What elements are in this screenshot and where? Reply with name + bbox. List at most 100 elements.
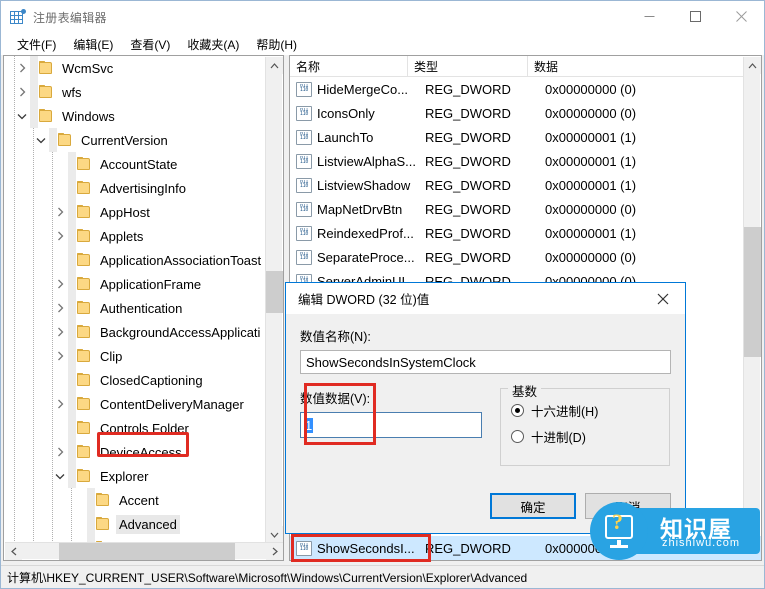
folder-icon [76, 181, 92, 195]
tree-node-closedcaptioning[interactable]: ClosedCaptioning [4, 368, 264, 392]
dialog-title-bar: 编辑 DWORD (32 位)值 [286, 283, 685, 314]
tree-node-wfs[interactable]: wfs [4, 80, 264, 104]
tree-node-apphost[interactable]: AppHost [4, 200, 264, 224]
chevron-right-icon[interactable] [52, 200, 68, 224]
tree-scroll-right-icon[interactable] [266, 543, 283, 560]
tree-vertical-scrollbar[interactable] [265, 57, 283, 543]
tree-scroll-left-icon[interactable] [5, 543, 22, 560]
value-data-input[interactable]: 1 [300, 412, 482, 438]
tree-hscroll-thumb[interactable] [59, 543, 235, 560]
dialog-close-icon[interactable] [641, 283, 685, 314]
tree-node-controls-folder[interactable]: Controls Folder [4, 416, 264, 440]
chevron-right-icon[interactable] [52, 440, 68, 464]
tree-node-applicationframe[interactable]: ApplicationFrame [4, 272, 264, 296]
tree-node-currentversion[interactable]: CurrentVersion [4, 128, 264, 152]
list-vertical-scrollbar[interactable] [743, 57, 761, 560]
tree-node-accountstate[interactable]: AccountState [4, 152, 264, 176]
chevron-down-icon[interactable] [52, 464, 68, 488]
column-header-type[interactable]: 类型 [408, 56, 528, 77]
tree-node-backgroundaccessapplicati[interactable]: BackgroundAccessApplicati [4, 320, 264, 344]
registry-tree[interactable]: WcmSvc wfs Windows CurrentVersion AccountSta… [4, 56, 264, 544]
radio-hexadecimal[interactable]: 十六进制(H) [511, 397, 659, 423]
value-name-input[interactable]: ShowSecondsInSystemClock [300, 350, 671, 374]
table-row[interactable]: 011 110 ListviewAlphaS... REG_DWORD 0x000000… [290, 149, 745, 173]
tree-guide-line [52, 416, 53, 440]
table-row[interactable]: 011 110 LaunchTo REG_DWORD 0x00000001 (1) [290, 125, 745, 149]
table-row[interactable]: 011 110 ShowSecondsI... REG_DWORD 0x00000… [290, 536, 761, 560]
value-data: 0x00000000 (0) [545, 201, 637, 217]
maximize-button[interactable] [672, 1, 718, 32]
tree-connector [87, 488, 95, 512]
tree-connector [68, 272, 76, 296]
table-row[interactable]: 011 110 ListviewShadow REG_DWORD 0x00000001 … [290, 173, 745, 197]
chevron-down-icon[interactable] [33, 128, 49, 152]
tree-node-label: ClosedCaptioning [100, 372, 203, 388]
column-header-data[interactable]: 数据 [528, 56, 745, 77]
tree-node-windows[interactable]: Windows [4, 104, 264, 128]
table-row[interactable]: 011 110 SeparateProce... REG_DWORD 0x0000000… [290, 245, 745, 269]
tree-connector [68, 344, 76, 368]
tree-node-explorer[interactable]: Explorer [4, 464, 264, 488]
menu-view[interactable]: 查看(V) [122, 34, 179, 55]
tree-node-applicationassociationtoast[interactable]: ApplicationAssociationToast [4, 248, 264, 272]
chevron-right-icon[interactable] [52, 392, 68, 416]
tree-guide-line [33, 176, 34, 200]
tree-node-contentdeliverymanager[interactable]: ContentDeliveryManager [4, 392, 264, 416]
chevron-right-icon[interactable] [14, 56, 30, 80]
tree-scroll-up-icon[interactable] [266, 57, 283, 74]
menu-file[interactable]: 文件(F) [9, 34, 65, 55]
tree-node-advanced[interactable]: Advanced [4, 512, 264, 536]
chevron-right-icon[interactable] [52, 224, 68, 248]
column-header-name[interactable]: 名称 [290, 56, 408, 77]
radio-decimal[interactable]: 十进制(D) [511, 423, 659, 449]
minimize-button[interactable] [626, 1, 672, 32]
cancel-button[interactable]: 取消 [585, 493, 671, 519]
menu-help[interactable]: 帮助(H) [248, 34, 306, 55]
dword-value-icon: 011110 [296, 153, 312, 169]
dialog-body: 数值名称(N): ShowSecondsInSystemClock 数值数据(V… [286, 314, 685, 466]
tree-node-label: wfs [62, 84, 82, 100]
value-name: ListviewAlphaS... [317, 153, 416, 169]
values-list[interactable]: 011 110 HideMergeCo... REG_DWORD 0x00000000 … [290, 77, 745, 317]
value-type: REG_DWORD [425, 153, 511, 169]
chevron-right-icon[interactable] [14, 80, 30, 104]
table-row[interactable]: 011 110 HideMergeCo... REG_DWORD 0x00000000 … [290, 77, 745, 101]
tree-guide-line [14, 104, 15, 128]
table-row[interactable]: 011 110 IconsOnly REG_DWORD 0x00000000 (0) [290, 101, 745, 125]
close-icon[interactable] [718, 1, 764, 32]
tree-node-applets[interactable]: Applets [4, 224, 264, 248]
folder-icon [76, 157, 92, 171]
value-type: REG_DWORD [425, 540, 511, 556]
tree-scroll-down-icon[interactable] [266, 526, 283, 543]
tree-node-authentication[interactable]: Authentication [4, 296, 264, 320]
tree-node-label: Clip [100, 348, 123, 364]
tree-node-wcmsvc[interactable]: WcmSvc [4, 56, 264, 80]
tree-horizontal-scrollbar[interactable] [5, 542, 283, 560]
tree-node-deviceaccess[interactable]: DeviceAccess [4, 440, 264, 464]
folder-icon [76, 229, 92, 243]
list-scroll-up-icon[interactable] [744, 57, 761, 74]
chevron-right-icon[interactable] [52, 272, 68, 296]
tree-guide-line [14, 80, 15, 104]
chevron-right-icon[interactable] [52, 344, 68, 368]
menu-favorites[interactable]: 收藏夹(A) [179, 34, 248, 55]
table-row[interactable]: 011 110 MapNetDrvBtn REG_DWORD 0x00000000 (0… [290, 197, 745, 221]
tree-node-advertisinginfo[interactable]: AdvertisingInfo [4, 176, 264, 200]
tree-guide-line [52, 176, 53, 200]
ok-button[interactable]: 确定 [490, 493, 576, 519]
tree-node-accent[interactable]: Accent [4, 488, 264, 512]
chevron-right-icon[interactable] [52, 296, 68, 320]
list-scroll-thumb[interactable] [744, 227, 761, 357]
tree-guide-line [33, 392, 34, 416]
value-data: 0x00000000 (0) [545, 81, 637, 97]
table-row[interactable]: 011 110 ReindexedProf... REG_DWORD 0x0000000… [290, 221, 745, 245]
chevron-down-icon[interactable] [14, 104, 30, 128]
dword-value-icon: 011110 [296, 81, 312, 97]
menu-edit[interactable]: 编辑(E) [65, 34, 122, 55]
tree-scroll-thumb[interactable] [266, 271, 283, 313]
base-column: 基数 十六进制(H) 十进制(D) [500, 381, 670, 466]
tree-node-clip[interactable]: Clip [4, 344, 264, 368]
chevron-right-icon[interactable] [52, 320, 68, 344]
